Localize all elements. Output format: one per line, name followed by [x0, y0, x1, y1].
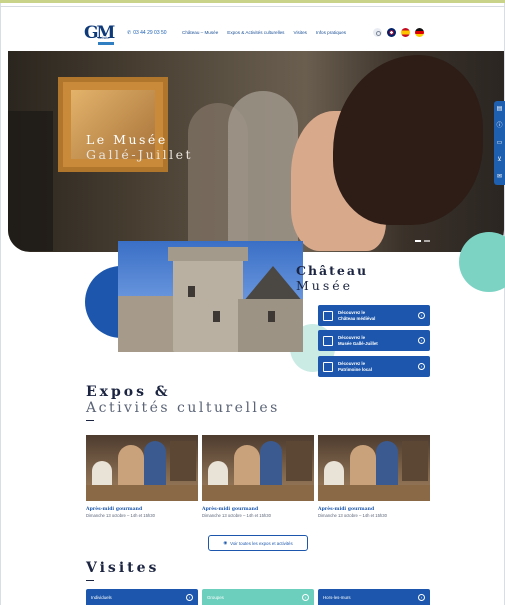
arrow-right-icon: ›: [418, 337, 425, 344]
slider-dot[interactable]: [415, 240, 421, 242]
hero-slider-dots: [415, 240, 430, 242]
visit-groups-button[interactable]: Groupes ›: [202, 589, 314, 605]
main-nav: Château – Musée Expos & Activités cultur…: [182, 30, 346, 35]
phone-icon: ✆: [127, 30, 132, 36]
arrow-right-icon: ›: [302, 593, 309, 601]
castle-tower: [173, 256, 243, 352]
event-card[interactable]: Après-midi gourmand Dimanche 13 octobre …: [318, 435, 430, 518]
title-underline: [86, 580, 94, 581]
flag-english-icon[interactable]: [387, 28, 396, 37]
chateau-title-line1: Château: [296, 263, 369, 278]
phone-number: 03 44 29 03 50: [133, 30, 167, 36]
arrow-right-icon: ›: [186, 593, 193, 601]
event-photo: [86, 435, 198, 501]
discover-castle-button[interactable]: Découvrez le Château médiéval ›: [318, 305, 430, 326]
logo-bar: [98, 42, 114, 45]
info-icon[interactable]: ⓘ: [496, 123, 502, 129]
cart-icon[interactable]: ⊻: [497, 157, 501, 163]
hero-woman-hair: [333, 55, 483, 225]
event-card[interactable]: Après-midi gourmand Dimanche 13 octobre …: [86, 435, 198, 518]
visites-section-title: Visites: [86, 560, 160, 576]
nav-item-infos-pratiques[interactable]: Infos pratiques: [316, 30, 346, 35]
event-photo: [318, 435, 430, 501]
all-expos-label: Voir toutes les expos et activités: [230, 540, 293, 546]
flag-spanish-icon[interactable]: [401, 28, 410, 37]
arrow-right-icon: ›: [418, 312, 425, 319]
visit-individuals-button[interactable]: Individuels ›: [86, 589, 198, 605]
visit-button-label: Individuels: [91, 594, 112, 600]
event-photo: [202, 435, 314, 501]
castle-photo: [118, 241, 303, 352]
top-divider: [0, 6, 505, 7]
arrow-right-icon: ›: [418, 593, 425, 601]
eye-icon: ◉: [223, 540, 228, 545]
button-label-line1: Découvrez le: [338, 310, 366, 315]
castle-roof: [243, 266, 303, 302]
arrow-right-icon: ›: [418, 363, 425, 370]
site-logo[interactable]: GM Jetsite: [84, 23, 122, 47]
heritage-icon: [323, 361, 333, 372]
castle-window: [268, 311, 275, 322]
visit-outside-button[interactable]: Hors-les-murs ›: [318, 589, 430, 605]
all-expos-button[interactable]: ◉ Voir toutes les expos et activités: [208, 535, 308, 551]
hero-banner: [8, 51, 504, 252]
event-date: Dimanche 13 octobre – 14h et 15h30: [318, 513, 387, 518]
expos-title-line1: Expos &: [86, 384, 171, 400]
logo-subtitle: Jetsite: [98, 35, 110, 40]
logo-monogram: GM: [84, 23, 115, 43]
event-title[interactable]: Après-midi gourmand: [86, 507, 198, 512]
button-label-line2: Musée Gallé-Juillet: [338, 340, 378, 346]
castle-wing: [238, 299, 303, 352]
button-label-line1: Découvrez le: [338, 361, 366, 366]
phone-link[interactable]: ✆ 03 44 29 03 50: [127, 30, 167, 36]
hero-title-line1: Le Musée: [86, 132, 168, 147]
vase-icon: [323, 335, 333, 346]
nav-item-chateau-musee[interactable]: Château – Musée: [182, 30, 218, 35]
nav-item-expos[interactable]: Expos & Activités culturelles: [227, 30, 284, 35]
hero-title: Le Musée Gallé-Juillet: [86, 132, 193, 162]
hero-visitor: [228, 91, 298, 252]
flag-german-icon[interactable]: [415, 28, 424, 37]
button-label-line2: Patrimoine local: [338, 366, 372, 372]
mail-icon[interactable]: ✉: [497, 174, 502, 180]
slider-dot[interactable]: [424, 240, 430, 242]
event-title[interactable]: Après-midi gourmand: [202, 507, 314, 512]
chateau-title-line2: Musée: [296, 278, 354, 293]
chateau-section-title: Château Musée: [296, 263, 368, 293]
event-date: Dimanche 13 octobre – 14h et 15h30: [202, 513, 271, 518]
title-underline: [86, 420, 94, 421]
castle-wing: [118, 296, 178, 352]
nav-item-visites[interactable]: Visites: [293, 30, 306, 35]
button-label-line1: Découvrez le: [338, 335, 366, 340]
hero-visitor-silhouette: [8, 111, 53, 251]
castle-window: [213, 311, 220, 322]
event-title[interactable]: Après-midi gourmand: [318, 507, 430, 512]
side-toolbar: ▤ ⓘ ▭ ⊻ ✉: [494, 101, 505, 185]
discover-museum-button[interactable]: Découvrez le Musée Gallé-Juillet ›: [318, 330, 430, 351]
event-card[interactable]: Après-midi gourmand Dimanche 13 octobre …: [202, 435, 314, 518]
search-icon[interactable]: [373, 28, 382, 37]
top-accent-line: [0, 0, 505, 3]
expos-section-title: Expos & Activités culturelles: [86, 384, 280, 416]
discover-heritage-button[interactable]: Découvrez le Patrimoine local ›: [318, 356, 430, 377]
castle-battlement: [168, 247, 248, 261]
visit-button-label: Groupes: [207, 594, 224, 600]
header-tools: [373, 28, 424, 37]
castle-window: [188, 286, 195, 297]
castle-icon: [323, 310, 333, 321]
calendar-icon[interactable]: ▤: [497, 106, 503, 112]
hero-title-line2: Gallé-Juillet: [86, 147, 194, 162]
visit-button-label: Hors-les-murs: [323, 594, 351, 600]
event-date: Dimanche 13 octobre – 14h et 15h30: [86, 513, 155, 518]
expos-title-line2: Activités culturelles: [86, 400, 280, 416]
ticket-icon[interactable]: ▭: [497, 140, 503, 146]
button-label-line2: Château médiéval: [338, 315, 376, 321]
